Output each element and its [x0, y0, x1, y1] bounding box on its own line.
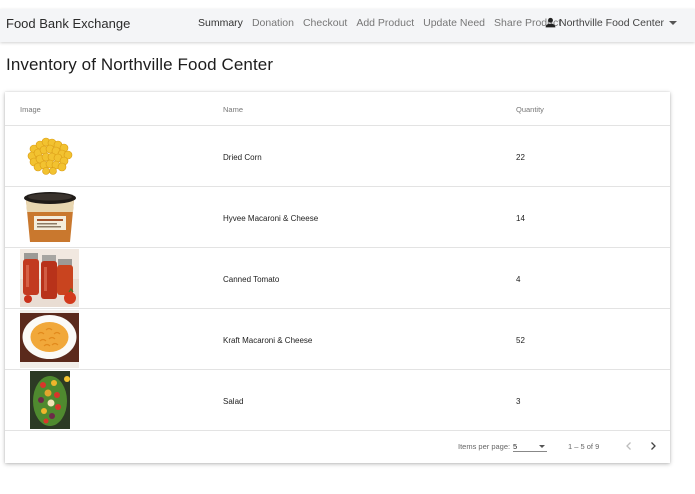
chevron-down-icon	[669, 21, 678, 25]
macaroni-tub-image	[20, 188, 79, 246]
page-title: Inventory of Northville Food Center	[6, 55, 274, 74]
page-range-label: 1 – 5 of 9	[568, 442, 600, 451]
product-quantity: 14	[516, 214, 525, 223]
nav-item-donation[interactable]: Donation	[252, 17, 294, 29]
nav-item-update-need[interactable]: Update Need	[423, 17, 485, 29]
brand-title[interactable]: Food Bank Exchange	[6, 16, 130, 31]
nav-item-add-product[interactable]: Add Product	[356, 17, 414, 29]
product-name: Canned Tomato	[223, 275, 280, 284]
table-row[interactable]: Hyvee Macaroni & Cheese 14	[5, 187, 670, 248]
items-per-page-select[interactable]: 5	[513, 440, 547, 452]
nav-item-checkout[interactable]: Checkout	[303, 17, 347, 29]
column-header-image[interactable]: Image	[20, 105, 41, 114]
user-menu[interactable]: Northville Food Center	[544, 16, 678, 29]
items-per-page-label: Items per page:	[458, 442, 511, 451]
nav-item-summary[interactable]: Summary	[198, 17, 243, 29]
table-row[interactable]: Dried Corn 22	[5, 126, 670, 187]
nav-links: Summary Donation Checkout Add Product Up…	[198, 17, 570, 29]
column-header-quantity[interactable]: Quantity	[516, 105, 544, 114]
items-per-page-value: 5	[513, 442, 518, 451]
product-name: Dried Corn	[223, 153, 262, 162]
table-row[interactable]: Canned Tomato 4	[5, 248, 670, 309]
column-header-name[interactable]: Name	[223, 105, 243, 114]
next-page-button[interactable]	[645, 438, 661, 454]
user-menu-label: Northville Food Center	[559, 16, 665, 29]
chevron-right-icon	[651, 442, 656, 450]
previous-page-button[interactable]	[621, 438, 637, 454]
top-navbar: Food Bank Exchange Summary Donation Chec…	[0, 9, 695, 42]
macaroni-bowl-image	[20, 310, 79, 368]
table-row[interactable]: Salad 3	[5, 370, 670, 431]
dried-corn-image	[20, 127, 79, 185]
person-icon	[545, 17, 556, 28]
product-name: Salad	[223, 397, 244, 406]
salad-image	[20, 371, 79, 429]
product-quantity: 22	[516, 153, 525, 162]
table-row[interactable]: Kraft Macaroni & Cheese 52	[5, 309, 670, 370]
canned-tomato-image	[20, 249, 79, 307]
inventory-table-card: Image Name Quantity Dried Corn 22 Hyvee …	[5, 92, 670, 463]
product-quantity: 52	[516, 336, 525, 345]
paginator: Items per page: 5 1 – 5 of 9	[5, 430, 670, 463]
table-header: Image Name Quantity	[5, 92, 670, 126]
product-name: Kraft Macaroni & Cheese	[223, 336, 313, 345]
chevron-left-icon	[626, 442, 631, 450]
product-quantity: 3	[516, 397, 521, 406]
product-name: Hyvee Macaroni & Cheese	[223, 214, 319, 223]
chevron-down-icon	[539, 445, 545, 448]
product-quantity: 4	[516, 275, 521, 284]
